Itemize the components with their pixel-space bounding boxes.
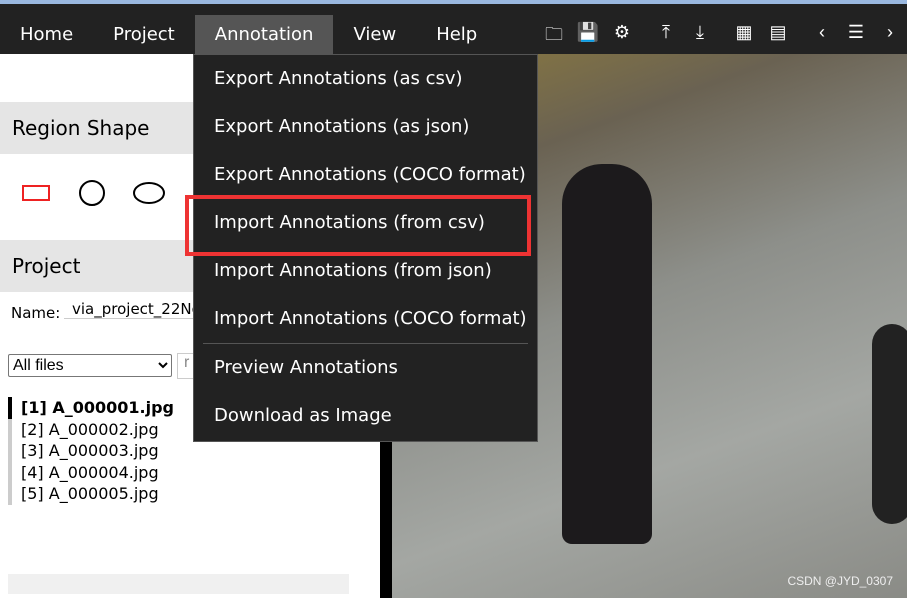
- chevron-left-icon[interactable]: ‹: [805, 22, 839, 52]
- file-filter-select[interactable]: All files: [8, 354, 172, 377]
- menu-project[interactable]: Project: [93, 15, 195, 54]
- circle-shape-icon[interactable]: [79, 180, 105, 206]
- top-bar: Home Project Annotation View Help 🗀 💾 ⚙ …: [0, 0, 907, 54]
- list-icon[interactable]: ☰: [839, 22, 873, 52]
- file-item[interactable]: [1] A_000001.jpg: [8, 397, 174, 419]
- import-json-item[interactable]: Import Annotations (from json): [194, 247, 537, 295]
- export-json-item[interactable]: Export Annotations (as json): [194, 103, 537, 151]
- file-item[interactable]: [4] A_000004.jpg: [12, 462, 174, 484]
- save-icon[interactable]: 💾: [571, 22, 605, 52]
- comment-icon[interactable]: ▤: [761, 22, 795, 52]
- file-item[interactable]: [3] A_000003.jpg: [12, 440, 174, 462]
- export-csv-item[interactable]: Export Annotations (as csv): [194, 55, 537, 103]
- image-person: [872, 324, 907, 524]
- annotation-dropdown-menu: Export Annotations (as csv) Export Annot…: [193, 54, 538, 442]
- menu-help[interactable]: Help: [416, 15, 497, 54]
- folder-icon[interactable]: 🗀: [537, 22, 571, 52]
- menu-view[interactable]: View: [333, 15, 416, 54]
- file-list: [1] A_000001.jpg [2] A_000002.jpg [3] A_…: [8, 397, 174, 505]
- download-image-item[interactable]: Download as Image: [194, 392, 537, 440]
- export-coco-item[interactable]: Export Annotations (COCO format): [194, 151, 537, 199]
- download-icon[interactable]: ⤓: [683, 22, 717, 52]
- menu-annotation[interactable]: Annotation: [194, 15, 334, 54]
- gear-icon[interactable]: ⚙: [605, 22, 639, 52]
- name-label: Name:: [11, 304, 61, 322]
- toolbar: 🗀 💾 ⚙ ⤒ ⤓ ▦ ▤ ‹ ☰ ›: [537, 22, 907, 52]
- import-csv-item[interactable]: Import Annotations (from csv): [194, 199, 537, 247]
- project-name-row: Name:: [11, 300, 204, 322]
- import-coco-item[interactable]: Import Annotations (COCO format): [194, 295, 537, 343]
- chevron-right-icon[interactable]: ›: [873, 22, 907, 52]
- menu-home[interactable]: Home: [0, 15, 93, 54]
- preview-annotations-item[interactable]: Preview Annotations: [194, 344, 537, 392]
- browser-edge: [0, 0, 907, 4]
- region-shapes: [22, 180, 165, 206]
- image-person: [562, 164, 652, 544]
- horizontal-scrollbar[interactable]: [8, 574, 349, 594]
- file-item[interactable]: [2] A_000002.jpg: [12, 419, 174, 441]
- upload-icon[interactable]: ⤒: [649, 22, 683, 52]
- watermark: CSDN @JYD_0307: [787, 574, 893, 588]
- rectangle-shape-icon[interactable]: [22, 185, 50, 201]
- project-name-input[interactable]: [64, 300, 204, 319]
- ellipse-shape-icon[interactable]: [133, 182, 165, 204]
- file-item[interactable]: [5] A_000005.jpg: [12, 483, 174, 505]
- grid-icon[interactable]: ▦: [727, 22, 761, 52]
